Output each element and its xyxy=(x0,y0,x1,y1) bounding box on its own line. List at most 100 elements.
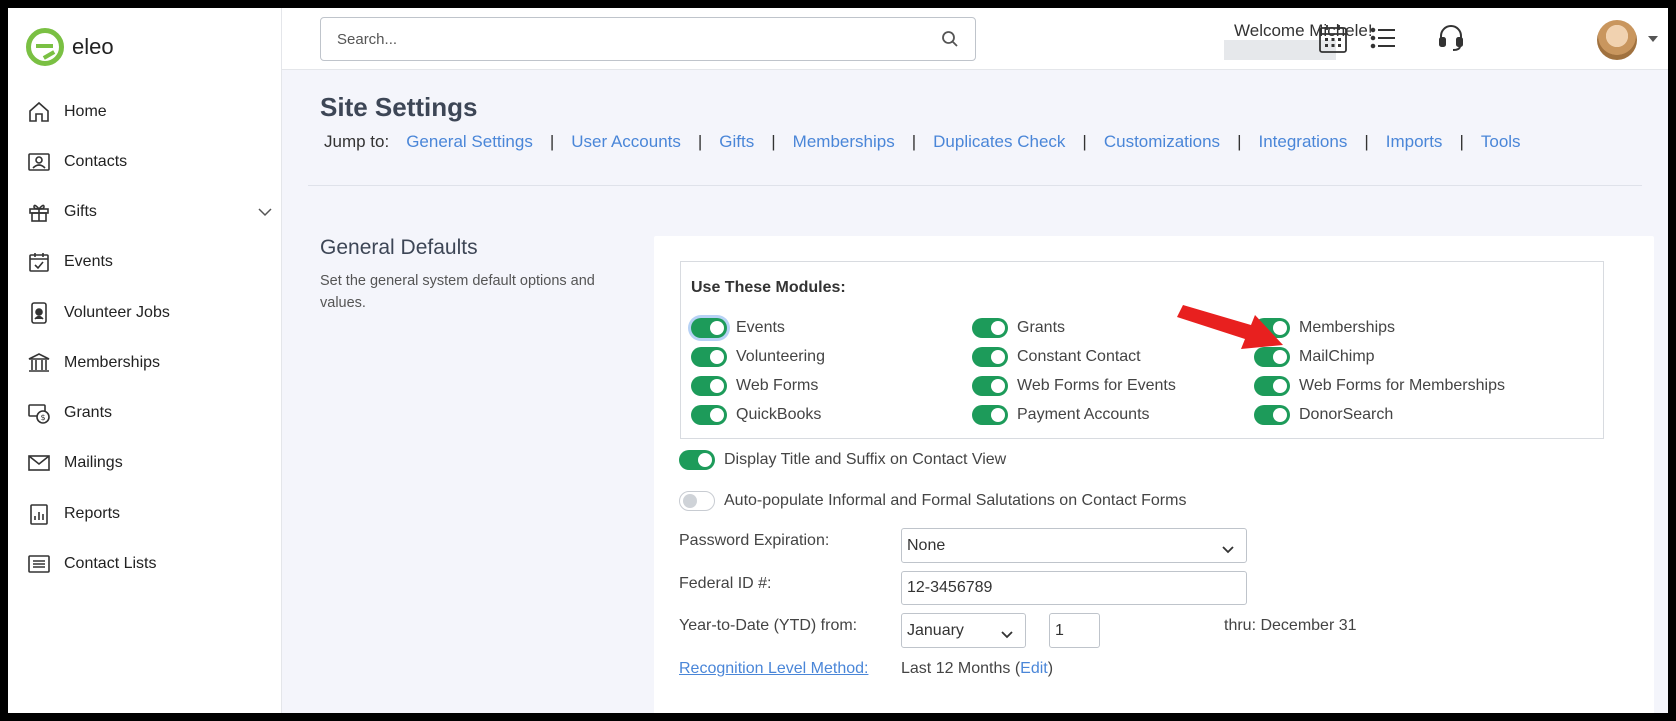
sidebar-item-mailings[interactable]: Mailings xyxy=(26,443,272,483)
sidebar-item-gifts[interactable]: Gifts xyxy=(26,192,272,232)
toggle-events[interactable] xyxy=(691,318,727,338)
calendar-grid-icon[interactable] xyxy=(1318,24,1348,59)
toggle-web-forms-memberships[interactable] xyxy=(1254,376,1290,396)
module-web-forms-memberships: Web Forms for Memberships xyxy=(1254,375,1505,397)
option-label: Display Title and Suffix on Contact View xyxy=(724,451,1007,468)
sidebar-item-label: Reports xyxy=(64,505,121,522)
jump-to-nav: Jump to: General Settings | User Account… xyxy=(324,132,1521,152)
jump-link-gifts[interactable]: Gifts xyxy=(719,132,754,152)
option-label: Auto-populate Informal and Formal Saluta… xyxy=(724,492,1187,509)
page-title: Site Settings xyxy=(320,92,478,122)
separator: | xyxy=(697,132,703,151)
calendar-check-icon xyxy=(26,249,52,275)
sidebar-item-label: Memberships xyxy=(64,354,161,371)
grant-money-icon: $ xyxy=(26,400,52,426)
password-expiration-label: Password Expiration: xyxy=(679,532,830,549)
module-quickbooks: QuickBooks xyxy=(691,404,821,426)
module-label: Payment Accounts xyxy=(1017,406,1150,423)
toggle-grants[interactable] xyxy=(972,318,1008,338)
toggle-donorsearch[interactable] xyxy=(1254,405,1290,425)
search-box[interactable] xyxy=(320,17,976,61)
module-label: Constant Contact xyxy=(1017,348,1141,365)
jump-link-integrations[interactable]: Integrations xyxy=(1258,132,1347,152)
modules-title: Use These Modules: xyxy=(691,279,846,296)
jump-link-general-settings[interactable]: General Settings xyxy=(406,132,533,152)
module-volunteering: Volunteering xyxy=(691,346,825,368)
sidebar-item-home[interactable]: Home xyxy=(26,92,272,132)
federal-id-label: Federal ID #: xyxy=(679,575,772,592)
section-description: Set the general system default options a… xyxy=(320,273,595,311)
select-value: None xyxy=(907,536,946,554)
avatar[interactable] xyxy=(1597,20,1637,60)
sidebar-item-contacts[interactable]: Contacts xyxy=(26,142,272,182)
chevron-down-icon xyxy=(1222,541,1234,559)
separator: | xyxy=(1082,132,1087,151)
module-label: Web Forms for Memberships xyxy=(1299,377,1505,394)
sidebar-item-volunteer-jobs[interactable]: Volunteer Jobs xyxy=(26,293,272,333)
toggle-payment-accounts[interactable] xyxy=(972,405,1008,425)
toggle-volunteering[interactable] xyxy=(691,347,727,367)
input-value: 12-3456789 xyxy=(907,579,993,596)
password-expiration-select[interactable]: None xyxy=(901,528,1247,563)
toggle-auto-populate[interactable] xyxy=(679,491,715,511)
sidebar: eleo Home Contacts Gifts Events Voluntee… xyxy=(8,8,282,713)
gift-icon xyxy=(26,199,52,225)
eleo-logo-icon xyxy=(26,28,64,66)
headset-icon[interactable] xyxy=(1438,24,1464,57)
jump-link-imports[interactable]: Imports xyxy=(1386,132,1443,152)
ytd-month-select[interactable]: January xyxy=(901,613,1026,648)
toggle-constant-contact[interactable] xyxy=(972,347,1008,367)
module-constant-contact: Constant Contact xyxy=(972,346,1141,368)
sidebar-item-memberships[interactable]: Memberships xyxy=(26,343,272,383)
jump-link-duplicates-check[interactable]: Duplicates Check xyxy=(933,132,1065,152)
sidebar-item-label: Events xyxy=(64,253,113,270)
ytd-day-input[interactable]: 1 xyxy=(1049,613,1100,648)
module-web-forms-events: Web Forms for Events xyxy=(972,375,1176,397)
sidebar-item-events[interactable]: Events xyxy=(26,242,272,282)
sidebar-item-label: Contacts xyxy=(64,153,128,170)
jump-link-user-accounts[interactable]: User Accounts xyxy=(571,132,681,152)
jump-link-tools[interactable]: Tools xyxy=(1481,132,1521,152)
svg-text:$: $ xyxy=(41,413,46,422)
envelope-icon xyxy=(26,450,52,476)
list-icon xyxy=(26,551,52,577)
separator: | xyxy=(1364,132,1369,151)
recognition-level-link[interactable]: Recognition Level Method: xyxy=(679,660,868,678)
search-input[interactable] xyxy=(321,18,921,60)
chevron-down-icon[interactable] xyxy=(258,204,272,222)
sidebar-item-reports[interactable]: Reports xyxy=(26,494,272,534)
toggle-web-forms[interactable] xyxy=(691,376,727,396)
logo[interactable]: eleo xyxy=(26,28,114,66)
toggle-web-forms-events[interactable] xyxy=(972,376,1008,396)
select-value: January xyxy=(907,621,964,639)
recognition-level-value: Last 12 Months (Edit) xyxy=(901,660,1053,678)
edit-link[interactable]: Edit xyxy=(1020,660,1048,677)
module-payment-accounts: Payment Accounts xyxy=(972,404,1150,426)
separator: | xyxy=(1237,132,1242,151)
jump-to-label: Jump to: xyxy=(324,132,390,151)
separator: | xyxy=(911,132,917,151)
toggle-quickbooks[interactable] xyxy=(691,405,727,425)
sidebar-item-label: Gifts xyxy=(64,203,97,220)
federal-id-input[interactable]: 12-3456789 xyxy=(901,571,1247,605)
module-web-forms: Web Forms xyxy=(691,375,818,397)
general-defaults-card: Use These Modules: Events Grants Members… xyxy=(654,236,1654,713)
caret-down-icon[interactable] xyxy=(1648,36,1658,42)
jump-link-memberships[interactable]: Memberships xyxy=(793,132,895,152)
recognition-text: Last 12 Months ( xyxy=(901,660,1021,677)
red-arrow-annotation xyxy=(1177,305,1283,349)
module-label: MailChimp xyxy=(1299,348,1375,365)
jump-link-customizations[interactable]: Customizations xyxy=(1104,132,1220,152)
toggle-display-title-suffix[interactable] xyxy=(679,450,715,470)
sidebar-item-label: Volunteer Jobs xyxy=(64,304,170,321)
input-value: 1 xyxy=(1055,621,1064,639)
volunteer-badge-icon xyxy=(26,300,52,326)
sidebar-item-grants[interactable]: $ Grants xyxy=(26,393,272,433)
home-icon xyxy=(26,99,52,125)
list-view-icon[interactable] xyxy=(1370,26,1396,55)
chevron-down-icon xyxy=(1001,626,1013,644)
option-display-title-suffix: Display Title and Suffix on Contact View xyxy=(679,450,1006,470)
separator: | xyxy=(1459,132,1464,151)
sidebar-item-contact-lists[interactable]: Contact Lists xyxy=(26,544,272,584)
search-icon[interactable] xyxy=(941,30,959,53)
